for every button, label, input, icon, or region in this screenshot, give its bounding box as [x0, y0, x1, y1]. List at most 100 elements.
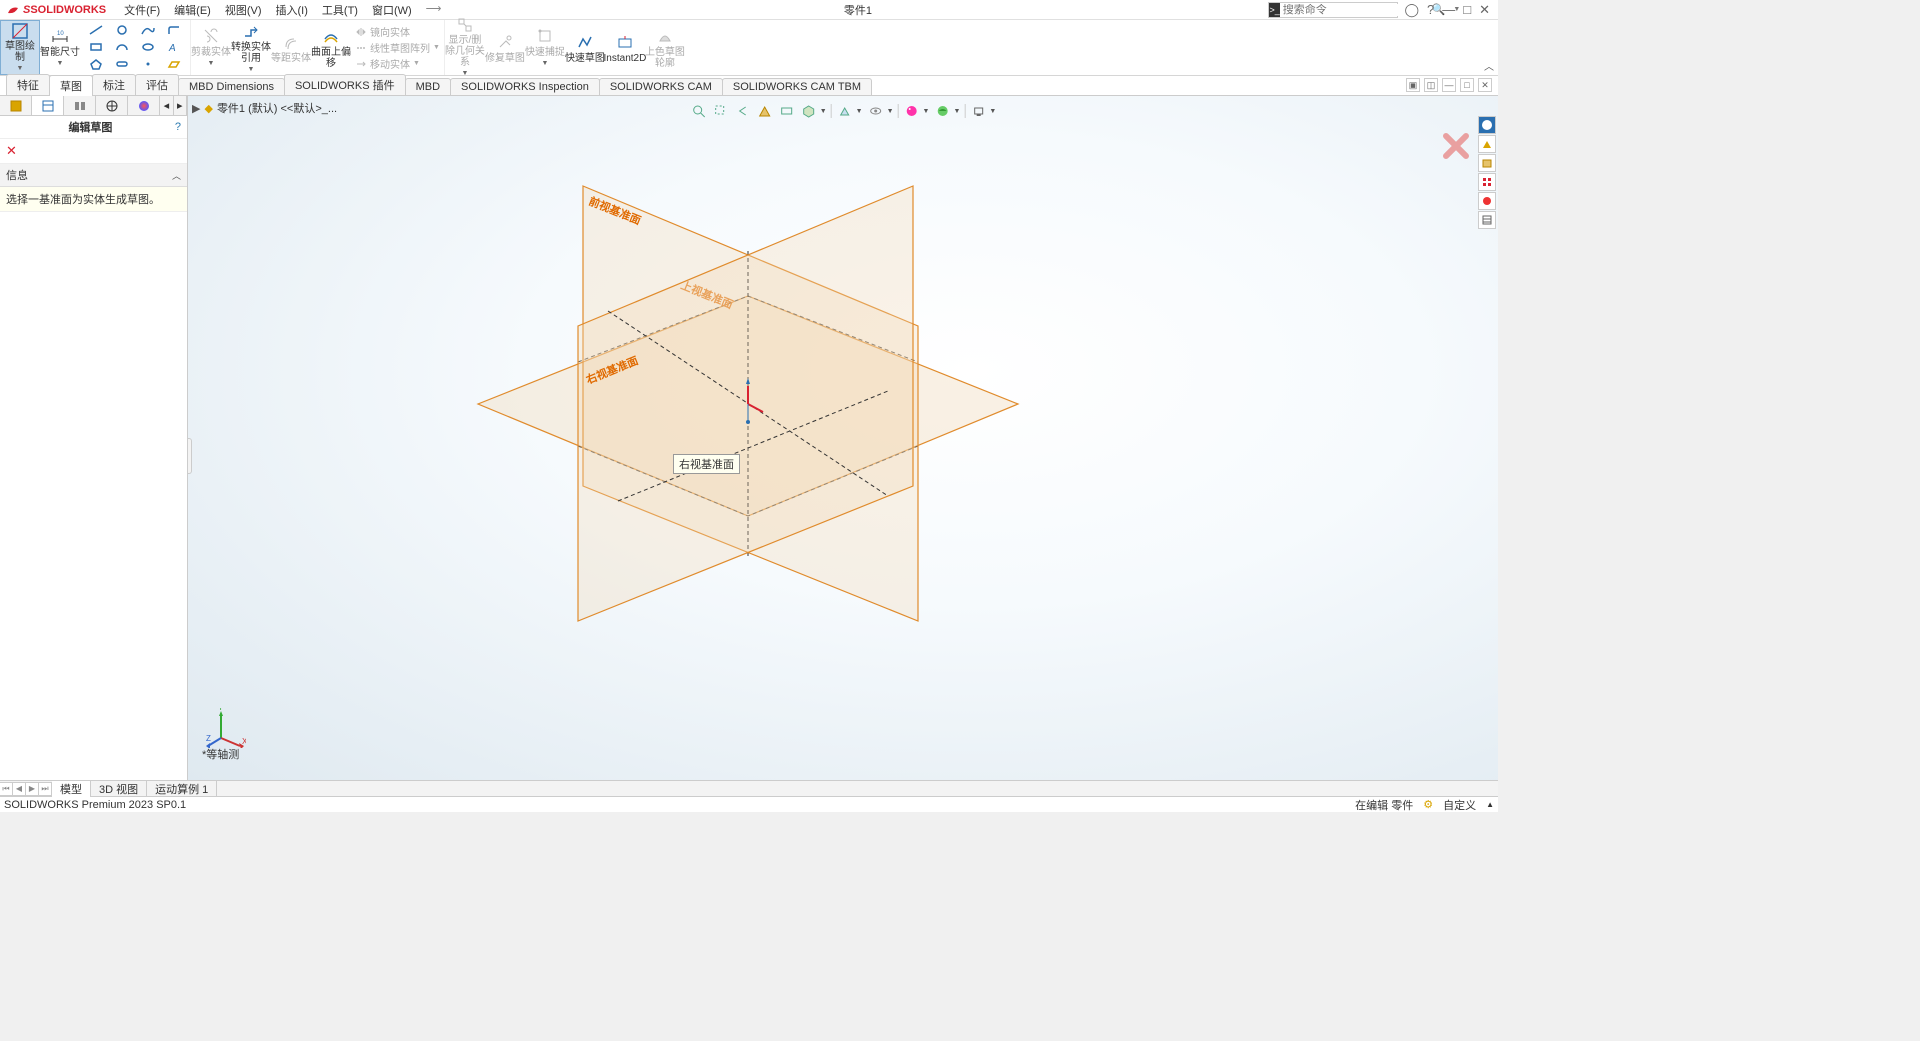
ribbon-collapse-button[interactable]: ︿: [1484, 58, 1494, 73]
convert-entities-button[interactable]: 转换实体引用 ▼: [231, 20, 271, 75]
menu-edit[interactable]: 编辑(E): [168, 0, 217, 20]
manager-tabs: ◂ ▸: [0, 96, 187, 116]
tab-mbd-dimensions[interactable]: MBD Dimensions: [178, 78, 285, 95]
menu-file[interactable]: 文件(F): [118, 0, 166, 20]
surface-offset-icon: [321, 26, 341, 46]
snap-icon: [535, 26, 555, 46]
status-rebuild-icon[interactable]: ⚙: [1423, 798, 1433, 811]
pm-cancel-button[interactable]: ✕: [0, 139, 187, 164]
instant2d-label: Instant2D: [604, 53, 647, 64]
collapse-icon[interactable]: ︿: [172, 169, 181, 182]
menu-insert[interactable]: 插入(I): [270, 0, 314, 20]
svg-text:Z: Z: [206, 734, 211, 743]
configuration-manager-tab[interactable]: [64, 96, 96, 115]
document-title: 零件1: [447, 2, 1268, 18]
offset-label: 等距实体: [271, 53, 311, 64]
main-menu: 文件(F) 编辑(E) 视图(V) 插入(I) 工具(T) 窗口(W) ⟶: [118, 0, 447, 20]
sketch-tools-grid: A: [80, 20, 191, 75]
close-button[interactable]: ✕: [1479, 2, 1490, 18]
main-area: ◂ ▸ 编辑草图 ? ✕ 信息 ︿ 选择一基准面为实体生成草图。 ▶ ◆ 零件1…: [0, 96, 1498, 780]
help-icon[interactable]: ?: [1427, 2, 1434, 17]
status-custom[interactable]: 自定义: [1443, 797, 1476, 813]
surface-offset-button[interactable]: 曲面上偏移: [311, 20, 351, 75]
shade-icon: [655, 26, 675, 46]
manager-overflow-right[interactable]: ▸: [174, 96, 187, 115]
solidworks-icon: [6, 3, 20, 17]
rapid-sketch-button[interactable]: 快速草图: [565, 20, 605, 75]
pm-info-header[interactable]: 信息 ︿: [0, 164, 187, 187]
svg-text:10: 10: [57, 31, 64, 37]
display-manager-tab[interactable]: [128, 96, 160, 115]
pm-title-label: 编辑草图: [6, 119, 175, 135]
tab-sketch[interactable]: 草图: [49, 75, 93, 96]
viewport-minimize[interactable]: —: [1442, 78, 1456, 92]
viewport-layout-1[interactable]: ▣: [1406, 78, 1420, 92]
fillet-tool[interactable]: [162, 24, 186, 36]
tab-motion-study-1[interactable]: 运动算例 1: [147, 781, 217, 797]
tab-model[interactable]: 模型: [52, 781, 91, 797]
mirror-button: 镜向实体: [355, 24, 440, 39]
sketch-icon: [10, 21, 30, 40]
relations-icon: [455, 16, 475, 34]
shade-contour-button: 上色草图轮廓: [645, 20, 685, 75]
orientation-triad[interactable]: Y X Z: [206, 708, 246, 748]
pin-icon[interactable]: ⟶: [420, 0, 448, 20]
tab-nav-next[interactable]: ▶: [25, 782, 39, 796]
tab-mbd[interactable]: MBD: [405, 78, 451, 95]
dimxpert-manager-tab[interactable]: [96, 96, 128, 115]
spline-tool[interactable]: [136, 24, 160, 36]
menu-view[interactable]: 视图(V): [219, 0, 268, 20]
tab-markup[interactable]: 标注: [92, 74, 136, 95]
point-tool[interactable]: [136, 58, 160, 70]
tab-features[interactable]: 特征: [6, 74, 50, 95]
tab-evaluate[interactable]: 评估: [135, 74, 179, 95]
svg-text:A: A: [168, 43, 176, 53]
viewport-maximize[interactable]: □: [1460, 78, 1474, 92]
tab-3d-views[interactable]: 3D 视图: [91, 781, 147, 797]
trim-icon: [201, 26, 221, 46]
tab-nav-last[interactable]: ⏭: [38, 782, 52, 796]
menu-tools[interactable]: 工具(T): [316, 0, 364, 20]
slot-tool[interactable]: [110, 58, 134, 70]
polygon-tool[interactable]: [84, 58, 108, 70]
ellipse-tool[interactable]: [136, 41, 160, 53]
menu-window[interactable]: 窗口(W): [366, 0, 418, 20]
tab-addins[interactable]: SOLIDWORKS 插件: [284, 74, 406, 95]
graphics-viewport[interactable]: ▶ ◆ 零件1 (默认) <<默认>_... ▼ ▼ ▼ ▼ ▼ ▼: [188, 96, 1498, 780]
tab-cam-tbm[interactable]: SOLIDWORKS CAM TBM: [722, 78, 872, 95]
tab-inspection[interactable]: SOLIDWORKS Inspection: [450, 78, 600, 95]
status-custom-dropdown[interactable]: ▲: [1486, 800, 1494, 809]
plane-tool[interactable]: [162, 58, 186, 70]
minimize-button[interactable]: —: [1442, 2, 1455, 17]
smart-dimension-button[interactable]: 10 智能尺寸 ▼: [40, 20, 80, 75]
dropdown-icon[interactable]: ▼: [57, 58, 64, 69]
sketch-create-label: 草图绘制: [1, 41, 39, 63]
pm-help-icon[interactable]: ?: [175, 121, 181, 133]
viewport-close[interactable]: ✕: [1478, 78, 1492, 92]
feature-manager-tab[interactable]: [0, 96, 32, 115]
text-tool[interactable]: A: [162, 41, 186, 53]
arc-tool[interactable]: [110, 41, 134, 53]
reference-planes[interactable]: 上视基准面 前视基准面 右视基准面: [188, 96, 1498, 776]
maximize-button[interactable]: □: [1463, 2, 1471, 17]
line-tool[interactable]: [84, 24, 108, 36]
user-icon[interactable]: ◯: [1404, 2, 1419, 18]
property-manager-tab[interactable]: [32, 96, 64, 115]
viewport-layout-2[interactable]: ◫: [1424, 78, 1438, 92]
plane-tooltip: 右视基准面: [673, 454, 740, 474]
pm-info-label: 信息: [6, 167, 28, 183]
surface-offset-label: 曲面上偏移: [311, 47, 351, 69]
snap-label: 快速捕捉: [525, 47, 565, 58]
repair-sketch-button: 修复草图: [485, 20, 525, 75]
dropdown-icon[interactable]: ▼: [17, 63, 24, 74]
circle-tool[interactable]: [110, 24, 134, 36]
rectangle-tool[interactable]: [84, 41, 108, 53]
instant2d-button[interactable]: Instant2D: [605, 20, 645, 75]
instant2d-icon: [615, 32, 635, 52]
convert-icon: [241, 21, 261, 41]
tab-nav-prev[interactable]: ◀: [12, 782, 26, 796]
sketch-create-button[interactable]: 草图绘制 ▼: [0, 20, 40, 75]
tab-cam[interactable]: SOLIDWORKS CAM: [599, 78, 723, 95]
command-search[interactable]: >_ 🔍 ▼: [1268, 2, 1398, 18]
manager-overflow-left[interactable]: ◂: [160, 96, 173, 115]
